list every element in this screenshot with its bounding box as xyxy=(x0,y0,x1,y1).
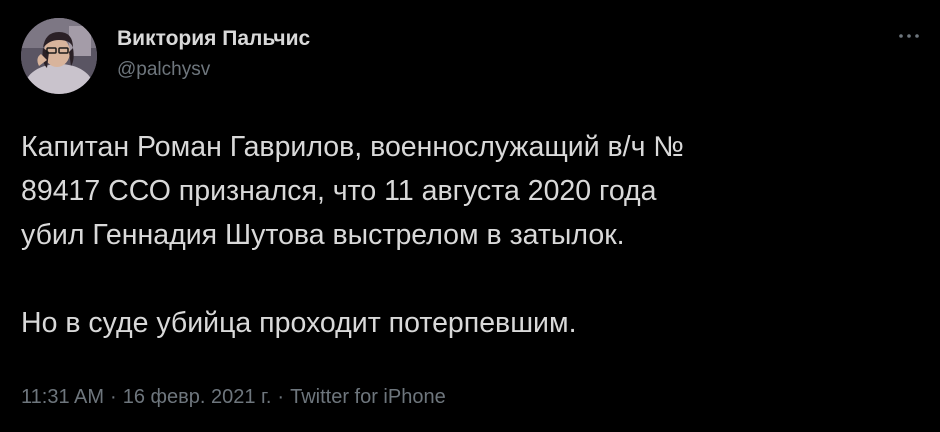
more-dots-icon xyxy=(899,34,919,38)
tweet-source-link[interactable]: Twitter for iPhone xyxy=(290,386,446,408)
tweet-body: Капитан Роман Гаврилов, военнослужащий в… xyxy=(21,125,916,345)
meta-separator: · xyxy=(277,386,285,408)
more-horizontal-icon[interactable] xyxy=(895,26,923,46)
author-handle[interactable]: @palchysv xyxy=(117,59,210,81)
tweet: Виктория Пальчис @palchysv Капитан Роман… xyxy=(0,0,940,432)
tweet-body-line: Капитан Роман Гаврилов, военнослужащий в… xyxy=(21,131,684,163)
avatar[interactable] xyxy=(21,18,97,94)
tweet-meta: 11:31 AM · 16 февр. 2021 г. · Twitter for iP… xyxy=(21,386,446,409)
author-display-name[interactable]: Виктория Пальчис xyxy=(117,27,310,51)
tweet-body-paragraph: Но в суде убийца проходит потерпевшим. xyxy=(21,307,577,339)
tweet-timestamp-time[interactable]: 11:31 AM xyxy=(21,386,104,408)
tweet-body-line: убил Геннадия Шутова выстрелом в затылок… xyxy=(21,219,625,251)
meta-separator: · xyxy=(110,386,117,408)
tweet-timestamp-date[interactable]: 16 февр. 2021 г. xyxy=(123,386,272,408)
profile-photo-icon xyxy=(21,18,97,94)
tweet-body-line: 89417 ССО признался, что 11 августа 2020… xyxy=(21,175,657,207)
